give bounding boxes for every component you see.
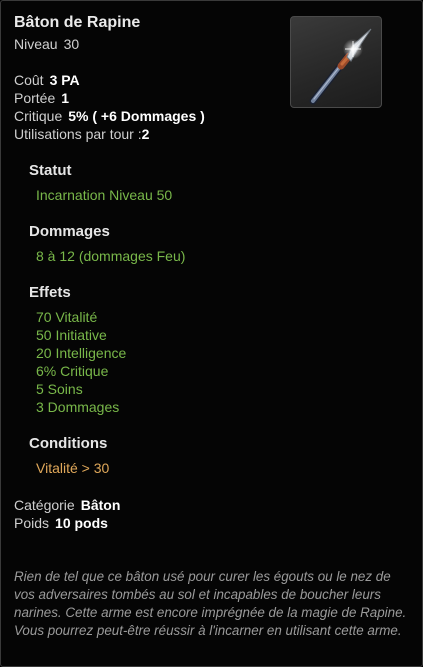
condition-value: Vitalité > 30: [36, 460, 110, 476]
critical-row: Critique 5% ( +6 Dommages ): [14, 107, 205, 125]
item-meta: Catégorie Bâton Poids 10 pods: [14, 496, 120, 532]
range-label: Portée: [14, 90, 56, 106]
category-value: Bâton: [80, 497, 121, 513]
item-image-frame: [290, 16, 382, 108]
conditions-heading: Conditions: [29, 435, 108, 452]
item-level: Niveau 30: [14, 36, 79, 52]
status-heading: Statut: [29, 162, 72, 179]
effect-item: 50 Initiative: [36, 327, 107, 343]
uses-value: 2: [141, 126, 150, 142]
uses-label: Utilisations par tour :: [14, 126, 142, 142]
item-tooltip-panel: Bâton de Rapine Niveau 30 Coût 3 PA Port…: [0, 0, 423, 667]
uses-row: Utilisations par tour :2: [14, 125, 205, 143]
weight-label: Poids: [14, 515, 50, 531]
range-row: Portée 1: [14, 89, 205, 107]
range-value: 1: [61, 90, 70, 106]
cost-row: Coût 3 PA: [14, 71, 205, 89]
effect-item: 70 Vitalité: [36, 309, 98, 325]
effect-item: 5 Soins: [36, 381, 83, 397]
cost-value: 3 PA: [49, 72, 80, 88]
category-label: Catégorie: [14, 497, 75, 513]
critical-label: Critique: [14, 108, 63, 124]
item-name: Bâton de Rapine: [14, 14, 141, 31]
category-row: Catégorie Bâton: [14, 496, 120, 514]
damage-value: 8 à 12 (dommages Feu): [36, 248, 186, 264]
effect-item: 6% Critique: [36, 363, 109, 379]
weight-row: Poids 10 pods: [14, 514, 120, 532]
damage-heading: Dommages: [29, 223, 110, 240]
item-description: Rien de tel que ce bâton usé pour curer …: [14, 569, 407, 638]
effect-item: 3 Dommages: [36, 399, 120, 415]
critical-value: 5% ( +6 Dommages ): [68, 108, 205, 124]
cost-label: Coût: [14, 72, 44, 88]
effects-heading: Effets: [29, 284, 71, 301]
level-label: Niveau: [14, 36, 58, 52]
weight-value: 10 pods: [55, 515, 108, 531]
effects-list: 70 Vitalité 50 Initiative 20 Intelligenc…: [36, 308, 126, 416]
level-value: 30: [63, 36, 80, 52]
item-stats: Coût 3 PA Portée 1 Critique 5% ( +6 Dommage…: [14, 71, 205, 143]
spear-staff-icon: [309, 28, 372, 105]
effect-item: 20 Intelligence: [36, 345, 127, 361]
status-value: Incarnation Niveau 50: [36, 187, 173, 203]
